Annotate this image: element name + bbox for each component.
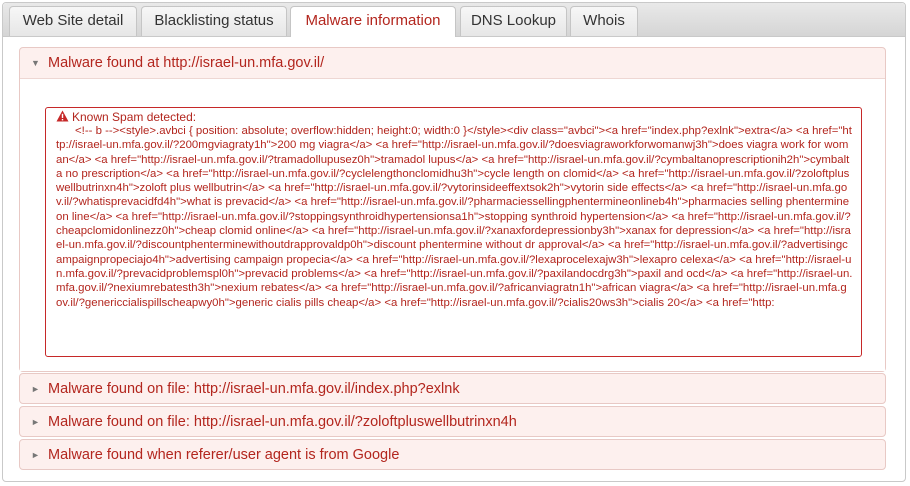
spam-code-content: <!-- b --><style>.avbci { position: abso…	[56, 125, 853, 309]
alert-title-text: Known Spam detected:	[72, 110, 197, 124]
tab-blacklisting-status[interactable]: Blacklisting status	[141, 6, 287, 36]
accordion-panel-malware-site: ▼ Malware found at http://israel-un.mfa.…	[19, 47, 886, 372]
tab-malware-information[interactable]: Malware information	[290, 6, 456, 37]
accordion-header-malware-file-zoloft[interactable]: ► Malware found on file: http://israel-u…	[20, 407, 885, 437]
accordion-header-malware-file-index[interactable]: ► Malware found on file: http://israel-u…	[20, 374, 885, 404]
accordion-header-malware-referer[interactable]: ► Malware found when referer/user agent …	[20, 440, 885, 470]
accordion-panel-malware-file-zoloft[interactable]: ► Malware found on file: http://israel-u…	[19, 406, 886, 437]
alert-title: Known Spam detected:	[56, 110, 853, 124]
caret-right-icon: ►	[31, 417, 40, 427]
tab-dns-lookup[interactable]: DNS Lookup	[460, 6, 567, 36]
accordion-panel-malware-file-index[interactable]: ► Malware found on file: http://israel-u…	[19, 373, 886, 404]
accordion-header-malware-site[interactable]: ▼ Malware found at http://israel-un.mfa.…	[20, 48, 885, 78]
accordion-panel-malware-referer[interactable]: ► Malware found when referer/user agent …	[19, 439, 886, 470]
accordion-title: Malware found on file: http://israel-un.…	[48, 381, 460, 397]
accordion-title: Malware found on file: http://israel-un.…	[48, 414, 517, 430]
accordion-title: Malware found at http://israel-un.mfa.go…	[48, 55, 325, 71]
caret-right-icon: ►	[31, 450, 40, 460]
caret-right-icon: ►	[31, 384, 40, 394]
spam-alert-box: Known Spam detected: <!-- b --><style>.a…	[45, 107, 862, 357]
tab-bar: Web Site detail Blacklisting status Malw…	[3, 3, 905, 37]
warning-icon	[56, 110, 69, 122]
caret-down-icon: ▼	[31, 58, 40, 68]
tab-website-detail[interactable]: Web Site detail	[9, 6, 137, 36]
accordion-title: Malware found when referer/user agent is…	[48, 447, 400, 463]
accordion-body: Known Spam detected: <!-- b --><style>.a…	[20, 78, 885, 371]
tab-whois[interactable]: Whois	[570, 6, 638, 36]
